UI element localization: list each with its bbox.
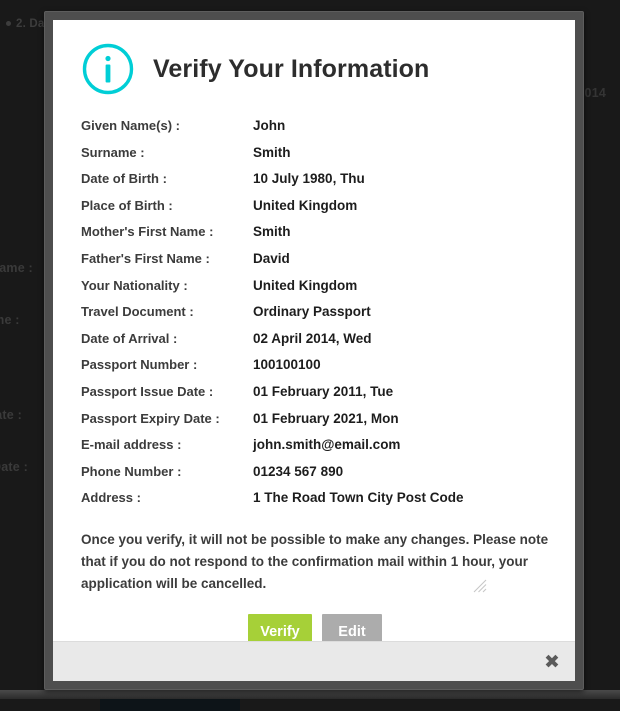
info-value: Smith — [253, 224, 291, 240]
backdrop-field-label: Name : — [0, 261, 33, 275]
info-label: Given Name(s) : — [81, 118, 180, 133]
info-label: Date of Birth : — [81, 171, 167, 187]
info-row: Address : 1 The Road Town City Post Code — [81, 490, 549, 517]
backdrop-bottom-block — [100, 699, 240, 711]
info-value: 100100100 — [253, 357, 321, 373]
info-row: Passport Issue Date : 01 February 2011, … — [81, 384, 549, 411]
backdrop-field-label: Date : — [0, 408, 22, 422]
info-row: Your Nationality : United Kingdom — [81, 278, 549, 305]
backdrop-bottom-bar — [0, 690, 620, 699]
close-icon[interactable]: ✖ — [542, 652, 562, 672]
modal-action-buttons: Verify Edit — [81, 614, 549, 642]
backdrop-step-label: 2. Dat — [6, 18, 49, 30]
modal-inner-panel: Verify Your Information Given Name(s) : … — [53, 20, 575, 681]
info-value: 02 April 2014, Wed — [253, 330, 372, 346]
backdrop-field-label: Date : — [0, 460, 28, 474]
info-label: Father's First Name : — [81, 250, 210, 266]
info-label: Date of Arrival : — [81, 330, 178, 346]
info-value: john.smith@email.com — [253, 437, 401, 453]
info-value: Smith — [253, 144, 291, 160]
info-row: Passport Expiry Date : 01 February 2021,… — [81, 411, 549, 438]
info-value: 01234 567 890 — [253, 463, 344, 479]
info-row: Phone Number : 01234 567 890 — [81, 464, 549, 491]
info-row: Father's First Name : David — [81, 251, 549, 278]
info-row: Date of Birth : 10 July 1980, Thu — [81, 171, 549, 198]
edit-button[interactable]: Edit — [322, 614, 382, 642]
verify-information-modal: Verify Your Information Given Name(s) : … — [44, 11, 584, 690]
info-value: United Kingdom — [253, 197, 358, 213]
info-label: Surname : — [81, 144, 145, 160]
info-label: E-mail address : — [81, 437, 182, 453]
info-value: David — [253, 250, 290, 266]
info-value: United Kingdom — [253, 277, 358, 293]
info-label: Passport Number : — [81, 357, 198, 373]
info-label: Place of Birth : — [81, 197, 173, 213]
verify-button[interactable]: Verify — [248, 614, 312, 642]
info-label: Passport Issue Date : — [81, 383, 214, 399]
info-label: Address : — [81, 490, 141, 506]
page-title: Verify Your Information — [153, 54, 430, 83]
information-list: Given Name(s) : John Surname : Smith Dat… — [81, 118, 549, 517]
info-value: John — [253, 118, 286, 133]
info-value: 1 The Road Town City Post Code — [253, 490, 464, 506]
info-row: Travel Document : Ordinary Passport — [81, 304, 549, 331]
info-value: 10 July 1980, Thu — [253, 171, 365, 187]
modal-body: Verify Your Information Given Name(s) : … — [53, 20, 575, 642]
info-value: 01 February 2011, Tue — [253, 383, 394, 399]
info-label: Phone Number : — [81, 463, 182, 479]
info-label: Your Nationality : — [81, 277, 188, 293]
modal-footer: ✖ — [53, 641, 575, 681]
info-row: Passport Number : 100100100 — [81, 357, 549, 384]
info-row: Mother's First Name : Smith — [81, 224, 549, 251]
info-row: Date of Arrival : 02 April 2014, Wed — [81, 331, 549, 358]
info-row: E-mail address : john.smith@email.com — [81, 437, 549, 464]
info-label: Passport Expiry Date : — [81, 410, 220, 426]
info-label: Mother's First Name : — [81, 224, 214, 240]
info-row: Place of Birth : United Kingdom — [81, 198, 549, 225]
info-label: Travel Document : — [81, 304, 194, 320]
info-row: Given Name(s) : John — [81, 118, 549, 145]
info-row: Surname : Smith — [81, 145, 549, 172]
backdrop-field-label: ame : — [0, 313, 20, 327]
info-circle-icon — [82, 43, 134, 95]
resize-grip-icon[interactable] — [473, 579, 487, 593]
info-value: Ordinary Passport — [253, 304, 371, 320]
modal-header: Verify Your Information — [81, 42, 549, 96]
info-value: 01 February 2021, Mon — [253, 410, 399, 426]
